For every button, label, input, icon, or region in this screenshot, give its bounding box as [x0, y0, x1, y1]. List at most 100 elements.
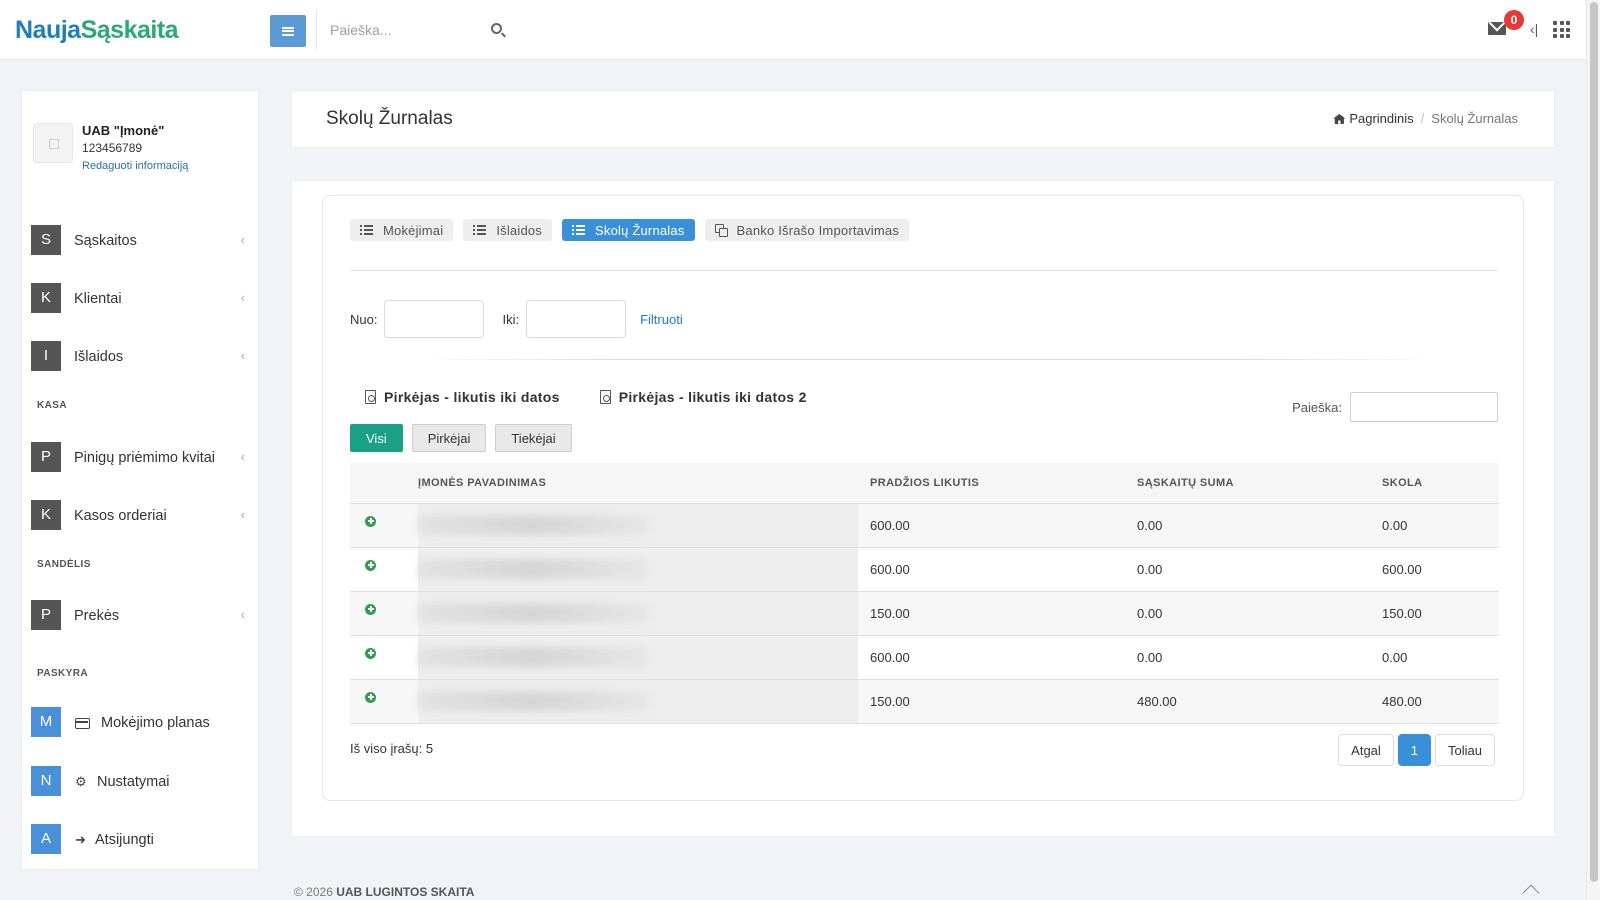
filter-all-button[interactable]: Visi [350, 424, 403, 452]
sidebar-item-atsijungti[interactable]: A ➜ Atsijungti [31, 824, 249, 856]
next-page-button[interactable]: Toliau [1435, 734, 1495, 766]
sidebar-item-label: Prekės [74, 608, 120, 624]
invoice-sum-cell: 0.00 [1125, 590, 1370, 635]
sidebar-item-label: Išlaidos [74, 349, 124, 365]
expand-row-icon[interactable] [365, 515, 376, 527]
search-icon[interactable] [491, 23, 502, 34]
sidebar-item-klientai[interactable]: K Klientai ‹ [31, 283, 249, 315]
section-title-paskyra: PASKYRA [37, 668, 88, 679]
pdf-icon [365, 390, 376, 404]
section-title-sandelis: SANDĖLIS [37, 559, 91, 570]
main-content: Mokėjimai Išlaidos Skolų Žurnalas Banko … [291, 180, 1555, 837]
filter-button[interactable]: Filtruoti [640, 312, 683, 327]
sidebar-item-mokejimo-planas[interactable]: M Mokėjimo planas [31, 707, 249, 739]
expand-row-icon[interactable] [365, 559, 376, 571]
sidebar-item-prekes[interactable]: P Prekės ‹ [31, 600, 249, 632]
column-header-expand [350, 463, 418, 503]
scroll-to-top-icon[interactable] [1522, 884, 1540, 900]
company-name-cell [418, 634, 858, 679]
expand-row-icon[interactable] [365, 691, 376, 703]
company-avatar [33, 123, 73, 163]
nav-letter-icon: P [31, 442, 61, 472]
expand-row-icon[interactable] [365, 647, 376, 659]
nav-letter-icon: S [31, 225, 61, 255]
collapse-panel-icon[interactable]: ‹| [1530, 21, 1538, 37]
start-balance-cell: 600.00 [858, 634, 1125, 679]
company-name-cell [418, 502, 858, 547]
sidebar-item-islaidos[interactable]: I Išlaidos ‹ [31, 341, 249, 373]
expand-row-icon[interactable] [365, 603, 376, 615]
chevron-left-icon: ‹ [240, 449, 245, 464]
date-filter: Nuo: Iki: Filtruoti [350, 300, 683, 338]
chevron-left-icon: ‹ [240, 348, 245, 363]
table-search-input[interactable] [1350, 392, 1498, 422]
page-1-button[interactable]: 1 [1397, 734, 1432, 766]
table-row: 600.00 0.00 0.00 [350, 634, 1499, 679]
redacted-text [418, 603, 648, 623]
filter-suppliers-button[interactable]: Tiekėjai [495, 424, 572, 452]
column-header-debt[interactable]: SKOLA [1370, 463, 1499, 503]
section-title-kasa: KASA [37, 400, 67, 411]
sidebar-item-kasos-orderiai[interactable]: K Kasos orderiai ‹ [31, 500, 249, 532]
divider [350, 270, 1498, 271]
company-name: UAB "Įmonė" [82, 123, 165, 138]
start-balance-cell: 150.00 [858, 678, 1125, 724]
sidebar-item-pinigu-priemimo-kvitai[interactable]: P Pinigų priėmimo kvitai ‹ [31, 442, 249, 474]
start-balance-cell: 600.00 [858, 546, 1125, 591]
column-header-start-balance[interactable]: PRADŽIOS LIKUTIS [858, 463, 1125, 503]
brand-logo[interactable]: NaujaSąskaita [15, 16, 179, 45]
column-header-company[interactable]: ĮMONĖS PAVADINIMAS [418, 463, 858, 503]
page-title: Skolų Žurnalas [326, 108, 453, 129]
sidebar-item-label: Kasos orderiai [74, 508, 167, 524]
nav-letter-icon: K [31, 283, 61, 313]
chevron-left-icon: ‹ [240, 607, 245, 622]
table-header-row: ĮMONĖS PAVADINIMAS PRADŽIOS LIKUTIS SĄSK… [350, 463, 1499, 503]
table-search: Paieška: [1292, 392, 1498, 422]
filter-buyers-button[interactable]: Pirkėjai [411, 424, 487, 452]
column-header-invoice-sum[interactable]: SĄSKAITŲ SUMA [1125, 463, 1370, 503]
redacted-text [418, 691, 648, 711]
report-links: Pirkėjas - likutis iki datos Pirkėjas - … [365, 389, 807, 405]
sidebar-item-label: Atsijungti [95, 832, 154, 848]
tab-banko-israso-importavimas[interactable]: Banko Išrašo Importavimas [704, 219, 910, 241]
report-link-buyer-balance-2[interactable]: Pirkėjas - likutis iki datos 2 [599, 389, 807, 405]
debt-cell: 480.00 [1370, 678, 1499, 724]
hamburger-icon [282, 26, 294, 36]
chevron-left-icon: ‹ [240, 290, 245, 305]
tab-label: Skolų Žurnalas [595, 222, 685, 238]
sidebar-item-label: Pinigų priėmimo kvitai [74, 450, 216, 466]
table-row: 150.00 480.00 480.00 [350, 678, 1499, 724]
tab-islaidos[interactable]: Išlaidos [463, 219, 553, 241]
apps-grid-icon[interactable] [1553, 21, 1570, 38]
scrollbar-thumb[interactable] [1590, 2, 1598, 882]
from-date-input[interactable] [384, 300, 485, 338]
table-row: 600.00 0.00 0.00 [350, 502, 1499, 547]
nav-letter-icon: I [31, 341, 61, 371]
report-link-buyer-balance[interactable]: Pirkėjas - likutis iki datos [365, 389, 560, 405]
mail-icon[interactable] [1488, 22, 1506, 35]
company-name-cell [418, 546, 858, 591]
to-date-input[interactable] [526, 300, 627, 338]
debt-cell: 0.00 [1370, 634, 1499, 679]
tab-mokejimai[interactable]: Mokėjimai [350, 219, 454, 241]
page-scrollbar[interactable] [1586, 0, 1600, 900]
breadcrumb: Pagrindinis / Skolų Žurnalas [1333, 111, 1518, 126]
prev-page-button[interactable]: Atgal [1338, 734, 1394, 766]
menu-toggle-button[interactable] [270, 15, 306, 47]
company-name-cell [418, 590, 858, 635]
tab-skolu-zurnalas[interactable]: Skolų Žurnalas [562, 219, 695, 241]
debt-cell: 0.00 [1370, 502, 1499, 547]
breadcrumb-current: Skolų Žurnalas [1431, 111, 1518, 126]
debt-journal-panel: Mokėjimai Išlaidos Skolų Žurnalas Banko … [322, 195, 1524, 801]
mail-count-badge: 0 [1504, 10, 1524, 30]
pagination: Atgal 1 Toliau [1338, 734, 1495, 766]
table-row: 600.00 0.00 600.00 [350, 546, 1499, 591]
edit-info-link[interactable]: Redaguoti informaciją [82, 160, 188, 172]
page-header: Skolų Žurnalas Pagrindinis / Skolų Žurnala… [291, 90, 1555, 148]
party-filter: Visi Pirkėjai Tiekėjai [350, 424, 572, 452]
top-bar: NaujaSąskaita 0 ‹| [0, 0, 1586, 60]
sidebar-item-saskaitos[interactable]: S Sąskaitos ‹ [31, 225, 249, 257]
breadcrumb-home-link[interactable]: Pagrindinis [1349, 111, 1413, 126]
sidebar-item-nustatymai[interactable]: N ⚙ Nustatymai [31, 766, 249, 798]
global-search-input[interactable] [330, 20, 480, 40]
